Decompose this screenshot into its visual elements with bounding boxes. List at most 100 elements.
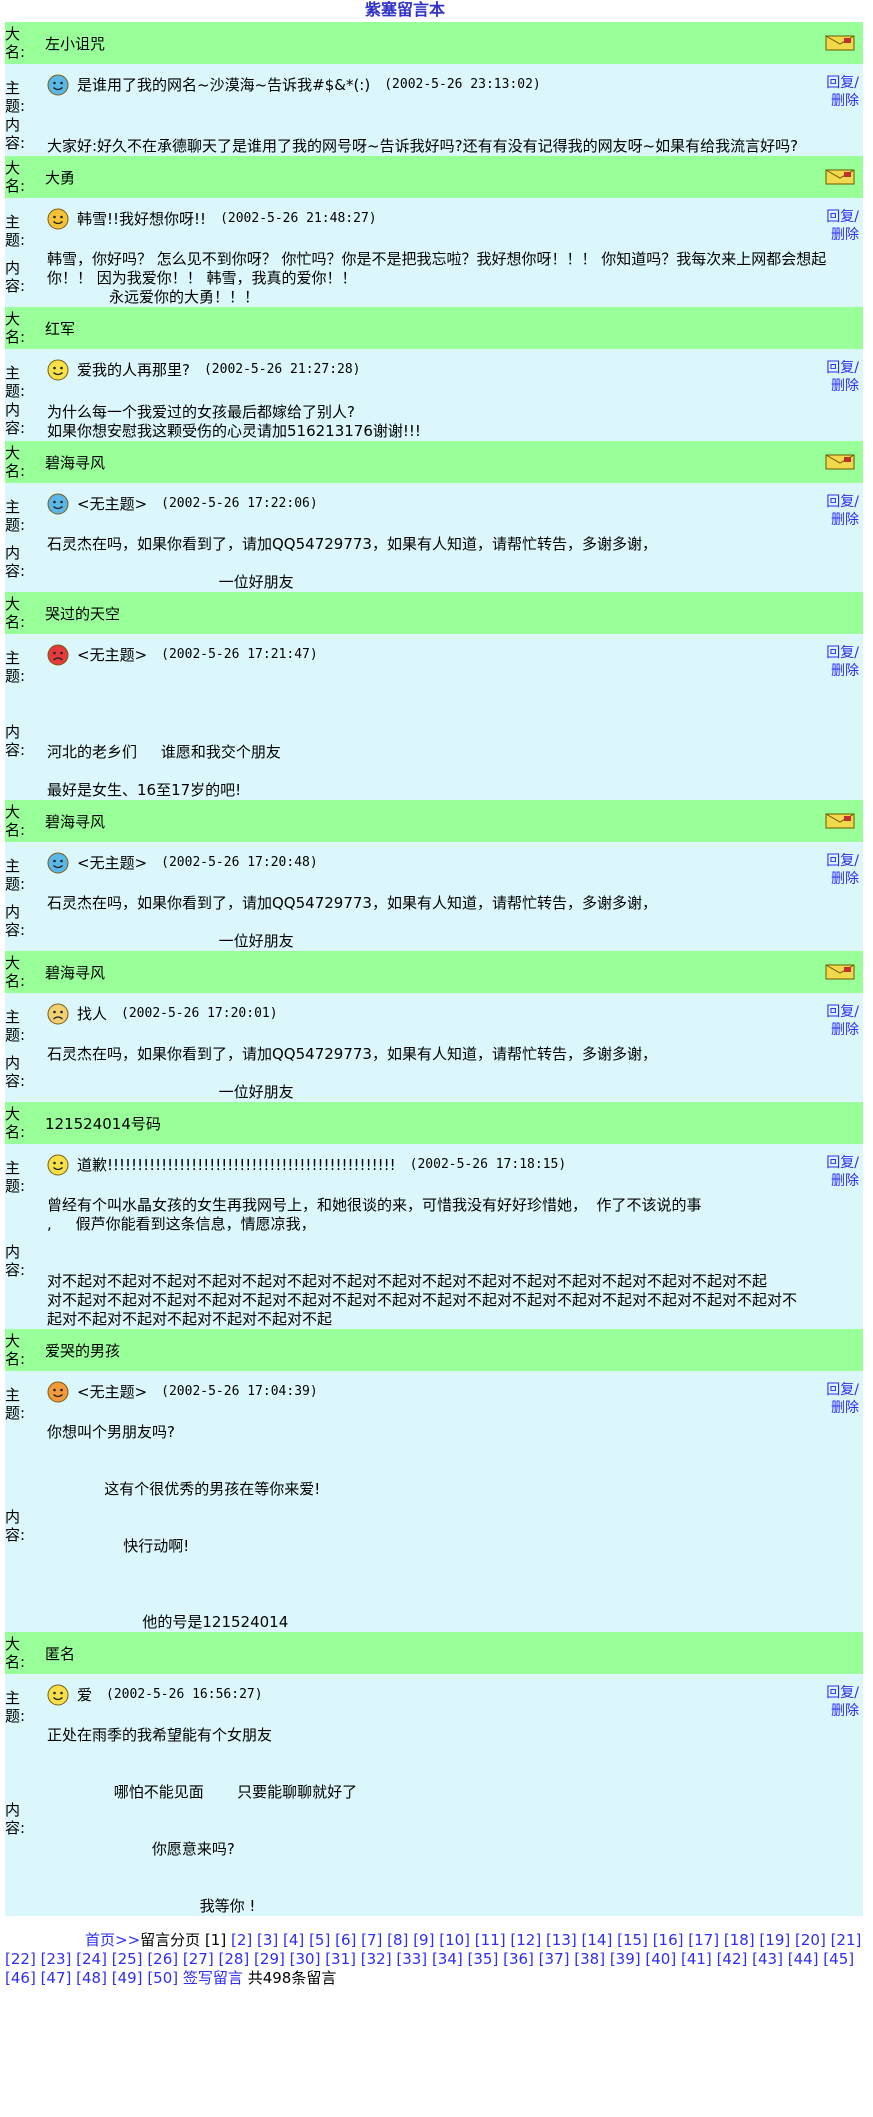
reply-delete-link[interactable]: 回复/删除 xyxy=(819,1684,863,1720)
message-content: 石灵杰在吗，如果你看到了，请加QQ54729773，如果有人知道，请帮忙转告，多… xyxy=(47,535,657,591)
page-link[interactable]: [22] xyxy=(5,1950,36,1968)
mail-icon[interactable] xyxy=(825,454,855,470)
name-bar: 大名: 碧海寻风 xyxy=(5,800,863,842)
page-link[interactable]: [50] xyxy=(147,1969,178,1987)
message-content: 石灵杰在吗，如果你看到了，请加QQ54729773，如果有人知道，请帮忙转告，多… xyxy=(47,1045,657,1101)
content-row: 内容: 曾经有个叫水晶女孩的女生再我网号上，和她很谈的来，可惜我没有好好珍惜她， … xyxy=(5,1196,863,1329)
page-link[interactable]: [2] xyxy=(231,1931,252,1949)
page-link[interactable]: [35] xyxy=(468,1950,499,1968)
reply-delete-link[interactable]: 回复/删除 xyxy=(819,1381,863,1417)
page-link[interactable]: [18] xyxy=(724,1931,755,1949)
reply-delete-link[interactable]: 回复/删除 xyxy=(819,359,863,395)
name-label: 大名: xyxy=(5,444,26,480)
reply-delete-link[interactable]: 回复/删除 xyxy=(819,644,863,680)
page-link[interactable]: [43] xyxy=(752,1950,783,1968)
page-link[interactable]: [49] xyxy=(112,1969,143,1987)
content-row: 内容: 大家好:好久不在承德聊天了是谁用了我的网号呀~告诉我好吗?还有有没有记得我… xyxy=(5,116,863,156)
page-link[interactable]: [26] xyxy=(147,1950,178,1968)
page-link[interactable]: [25] xyxy=(112,1950,143,1968)
page-link[interactable]: [44] xyxy=(788,1950,819,1968)
content-label: 内容: xyxy=(5,258,26,295)
page-link[interactable]: [29] xyxy=(254,1950,285,1968)
page-link[interactable]: [15] xyxy=(617,1931,648,1949)
page-link[interactable]: [13] xyxy=(546,1931,577,1949)
page-link[interactable]: [20] xyxy=(795,1931,826,1949)
entry-body: 主题: 爱我的人再那里? (2002-5-26 21:27:28) 回复/删除 内容: 为… xyxy=(5,349,863,441)
total-count: 共498条留言 xyxy=(247,1969,337,1987)
subject-line: <无主题> (2002-5-26 17:22:06) xyxy=(39,493,819,515)
reply-delete-link[interactable]: 回复/删除 xyxy=(819,852,863,888)
page-link[interactable]: [4] xyxy=(283,1931,304,1949)
page-link[interactable]: [12] xyxy=(510,1931,541,1949)
reply-delete-link[interactable]: 回复/删除 xyxy=(819,1003,863,1039)
page-link[interactable]: [8] xyxy=(387,1931,408,1949)
page-link[interactable]: [14] xyxy=(582,1931,613,1949)
reply-delete-link[interactable]: 回复/删除 xyxy=(819,208,863,244)
smiley-face-icon xyxy=(47,644,69,666)
page-link[interactable]: [48] xyxy=(76,1969,107,1987)
reply-delete-link[interactable]: 回复/删除 xyxy=(819,493,863,529)
page-link[interactable]: [10] xyxy=(439,1931,470,1949)
subject-label: 主题: xyxy=(5,1689,26,1725)
page-link[interactable]: [31] xyxy=(325,1950,356,1968)
page-link[interactable]: [5] xyxy=(309,1931,330,1949)
mail-icon[interactable] xyxy=(825,813,855,829)
page-link[interactable]: [11] xyxy=(475,1931,506,1949)
author-name: 哭过的天空 xyxy=(45,604,121,623)
page-link[interactable]: [45] xyxy=(823,1950,854,1968)
page-link[interactable]: [28] xyxy=(218,1950,249,1968)
smiley-face-icon xyxy=(47,1381,69,1403)
smiley-face-icon xyxy=(47,359,69,381)
subject-row: 主题: <无主题> (2002-5-26 17:20:48) 回复/删除 xyxy=(5,842,863,894)
reply-delete-link[interactable]: 回复/删除 xyxy=(819,74,863,110)
page-link[interactable]: [46] xyxy=(5,1969,36,1987)
page-link[interactable]: [34] xyxy=(432,1950,463,1968)
page-link[interactable]: [17] xyxy=(688,1931,719,1949)
subject-row: 主题: 是谁用了我的网名~沙漠海~告诉我#$&*(:) (2002-5-26 23:… xyxy=(5,64,863,116)
page-link[interactable]: [19] xyxy=(759,1931,790,1949)
content-label: 内容: xyxy=(5,543,26,580)
page-link[interactable]: [21] xyxy=(831,1931,862,1949)
page-link[interactable]: [1] xyxy=(205,1931,226,1949)
sign-guestbook-link[interactable]: 签写留言 xyxy=(183,1969,243,1987)
name-label: 大名: xyxy=(5,1635,26,1671)
page-link[interactable]: [32] xyxy=(361,1950,392,1968)
mail-icon[interactable] xyxy=(825,169,855,185)
post-time: (2002-5-26 17:20:48) xyxy=(161,855,318,870)
subject-row: 主题: <无主题> (2002-5-26 17:22:06) 回复/删除 xyxy=(5,483,863,535)
page-link[interactable]: [23] xyxy=(41,1950,72,1968)
mail-icon[interactable] xyxy=(825,964,855,980)
post-time: (2002-5-26 21:27:28) xyxy=(203,362,361,377)
page-link[interactable]: [38] xyxy=(574,1950,605,1968)
content-row: 内容: 为什么每一个我爱过的女孩最后都嫁给了别人? 如果你想安慰我这颗受伤的心灵请… xyxy=(5,401,863,441)
smiley-face-icon xyxy=(47,74,69,96)
content-label: 内容: xyxy=(5,902,26,939)
page-link[interactable]: [24] xyxy=(76,1950,107,1968)
subject-text: <无主题> xyxy=(77,646,148,664)
page-link[interactable]: [9] xyxy=(413,1931,434,1949)
page-link[interactable]: [30] xyxy=(290,1950,321,1968)
mail-icon[interactable] xyxy=(825,35,855,51)
post-time: (2002-5-26 17:22:06) xyxy=(161,496,318,511)
page-link[interactable]: [6] xyxy=(335,1931,356,1949)
page-link[interactable]: [3] xyxy=(257,1931,278,1949)
page-link[interactable]: [27] xyxy=(183,1950,214,1968)
page-link[interactable]: [41] xyxy=(681,1950,712,1968)
name-label: 大名: xyxy=(5,954,26,990)
page-link[interactable]: [40] xyxy=(645,1950,676,1968)
page-link[interactable]: [37] xyxy=(539,1950,570,1968)
page-link[interactable]: [16] xyxy=(653,1931,684,1949)
reply-delete-link[interactable]: 回复/删除 xyxy=(819,1154,863,1190)
pager-home-link[interactable]: 首页>> xyxy=(5,1931,140,1949)
content-label: 内容: xyxy=(5,1801,26,1837)
content-row: 内容: 河北的老乡们 谁愿和我交个朋友 最好是女生、16至17岁的吧! xyxy=(5,686,863,800)
page-link[interactable]: [42] xyxy=(717,1950,748,1968)
smiley-face-icon xyxy=(47,1154,69,1176)
page-link[interactable]: [36] xyxy=(503,1950,534,1968)
page-link[interactable]: [47] xyxy=(41,1969,72,1987)
page-link[interactable]: [33] xyxy=(396,1950,427,1968)
page-link[interactable]: [7] xyxy=(361,1931,382,1949)
page-link[interactable]: [39] xyxy=(610,1950,641,1968)
smiley-face-icon xyxy=(47,493,69,515)
author-name: 红军 xyxy=(45,319,76,338)
